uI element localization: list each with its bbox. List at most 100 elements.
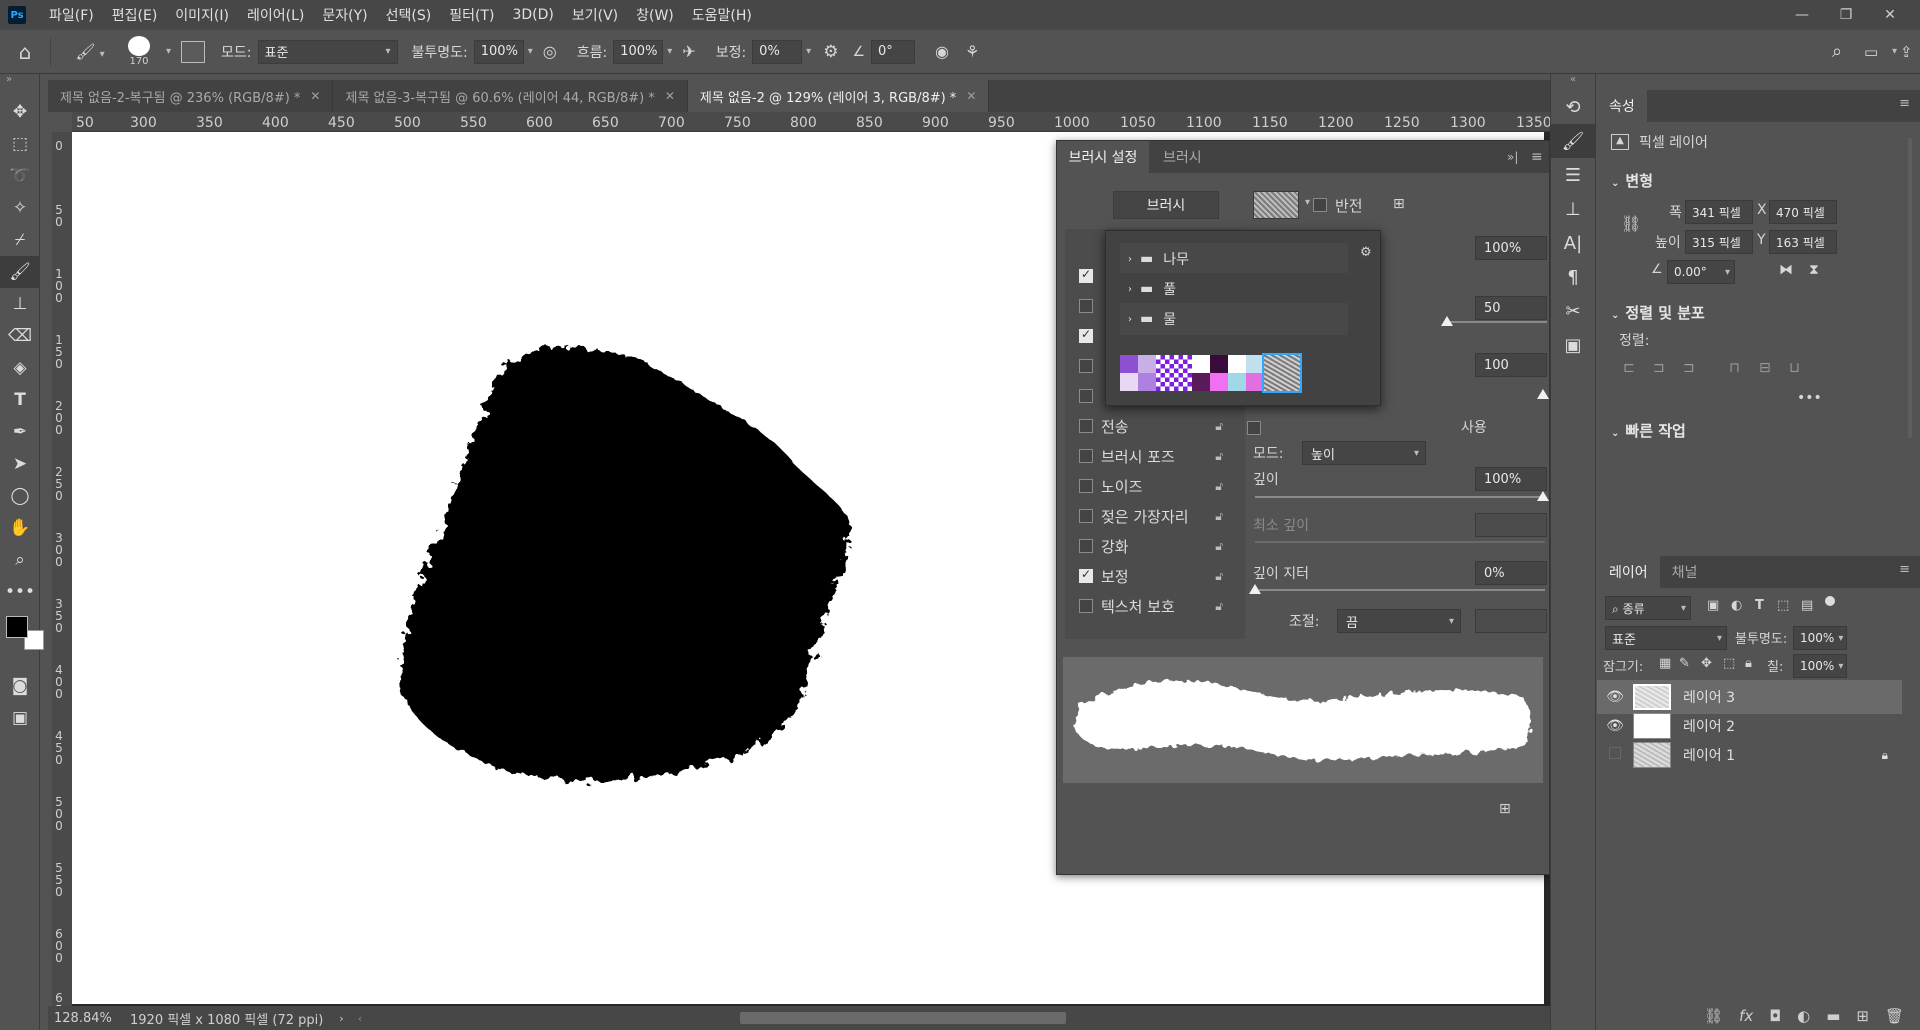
- clone-source-icon[interactable]: ⊥: [1551, 192, 1595, 226]
- lock-all-icon[interactable]: 🔒︎: [1745, 656, 1752, 671]
- filter-toggle-icon[interactable]: [1825, 596, 1835, 606]
- tab-document-1[interactable]: 제목 없음-2-복구됨 @ 236% (RGB/8#) * ✕: [48, 80, 334, 112]
- menu-select[interactable]: 선택(S): [377, 5, 441, 25]
- checkbox[interactable]: [1079, 359, 1093, 373]
- lock-icon[interactable]: 🔓︎: [1215, 509, 1223, 524]
- depth-input[interactable]: 100%: [1475, 467, 1547, 491]
- checkbox[interactable]: [1079, 599, 1093, 613]
- layer-name[interactable]: 레이어 3: [1683, 687, 1735, 707]
- tab-document-2[interactable]: 제목 없음-3-복구됨 @ 60.6% (레이어 44, RGB/8#) * ✕: [333, 80, 688, 112]
- checkbox[interactable]: [1079, 299, 1093, 313]
- layer-name[interactable]: 레이어 2: [1683, 716, 1735, 736]
- list-item-noise[interactable]: 노이즈 🔓︎: [1065, 471, 1237, 501]
- brightness-input[interactable]: 50: [1475, 296, 1547, 320]
- zoom-tool-icon[interactable]: ⌕: [0, 544, 40, 576]
- workspace-icon[interactable]: ▭: [1864, 43, 1878, 61]
- blend-mode-select[interactable]: 표준 ▾: [1605, 626, 1727, 650]
- height-input[interactable]: 315 픽셀: [1685, 230, 1753, 254]
- link-icon[interactable]: ⛓: [1621, 214, 1641, 233]
- menu-image[interactable]: 이미지(I): [166, 5, 238, 25]
- tab-brush-settings[interactable]: 브러시 설정: [1057, 141, 1149, 173]
- close-icon[interactable]: ✕: [310, 89, 320, 103]
- path-selection-tool-icon[interactable]: ➤: [0, 448, 40, 480]
- hand-tool-icon[interactable]: ✋: [0, 512, 40, 544]
- brush-tool-icon[interactable]: 🖌︎: [0, 256, 40, 288]
- ellipse-tool-icon[interactable]: ◯: [0, 480, 40, 512]
- close-icon[interactable]: ✕: [665, 89, 675, 103]
- slider-handle[interactable]: [1249, 584, 1261, 594]
- list-item-build-up[interactable]: 강화 🔓︎: [1065, 531, 1237, 561]
- checkbox[interactable]: [1079, 509, 1093, 523]
- panel-menu-icon[interactable]: ≡: [1899, 96, 1910, 111]
- tab-brushes[interactable]: 브러시: [1163, 141, 1202, 173]
- close-icon[interactable]: ✕: [1868, 0, 1912, 30]
- minimize-icon[interactable]: —: [1780, 0, 1824, 30]
- brush-settings-icon[interactable]: 🖌︎: [1551, 124, 1595, 158]
- checkbox[interactable]: [1079, 479, 1093, 493]
- lock-artboard-icon[interactable]: ⬚: [1723, 656, 1735, 671]
- layer-filter-select[interactable]: ⌕ 종류 ▾: [1605, 596, 1691, 620]
- list-item-smoothing[interactable]: 보정🔓︎: [1065, 561, 1237, 591]
- folder-item[interactable]: › ▬ 풀: [1120, 273, 1348, 305]
- checkbox[interactable]: [1079, 539, 1093, 553]
- pattern-swatch[interactable]: [1228, 355, 1264, 391]
- flip-horizontal-icon[interactable]: ⧓: [1779, 262, 1793, 278]
- eye-icon[interactable]: 👁︎: [1597, 718, 1633, 734]
- checkbox[interactable]: [1079, 449, 1093, 463]
- invert-checkbox[interactable]: [1313, 198, 1327, 212]
- list-item-wet-edges[interactable]: 젖은 가장자리 🔓︎: [1065, 501, 1237, 531]
- menu-layer[interactable]: 레이어(L): [238, 5, 313, 25]
- adjustment-layer-icon[interactable]: ◐: [1797, 1007, 1810, 1025]
- menu-3d[interactable]: 3D(D): [503, 7, 562, 23]
- lasso-tool-icon[interactable]: ➰: [0, 160, 40, 192]
- x-input[interactable]: 470 픽셀: [1769, 200, 1837, 224]
- checkbox[interactable]: [1079, 327, 1093, 343]
- align-bottom-icon[interactable]: ⊔: [1789, 360, 1800, 376]
- chevron-right-icon[interactable]: ›: [339, 1012, 343, 1025]
- angle-input[interactable]: 0°: [871, 39, 916, 64]
- filter-smart-object-icon[interactable]: ▤: [1801, 598, 1813, 613]
- add-mask-icon[interactable]: ◘: [1769, 1007, 1781, 1025]
- angle-input[interactable]: 0.00° ▾: [1667, 260, 1735, 284]
- paint-bucket-tool-icon[interactable]: ◈: [0, 352, 40, 384]
- collapse-icon[interactable]: »: [0, 74, 39, 96]
- horizontal-scrollbar[interactable]: [740, 1012, 1066, 1024]
- symmetry-icon[interactable]: ⚘: [965, 42, 979, 61]
- smoothing-input[interactable]: 0%: [752, 39, 803, 64]
- menu-type[interactable]: 문자(Y): [313, 5, 376, 25]
- checkbox[interactable]: [1079, 419, 1093, 433]
- folder-item[interactable]: › ▬ 물: [1120, 303, 1348, 335]
- pattern-swatch-selected[interactable]: [1262, 353, 1302, 393]
- slider-handle[interactable]: [1441, 316, 1453, 326]
- texture-mode-select[interactable]: 높이 ▾: [1302, 441, 1426, 465]
- slider-handle[interactable]: [1537, 389, 1549, 399]
- lock-icon[interactable]: 🔓︎: [1215, 449, 1223, 464]
- align-middle-icon[interactable]: ⊟: [1759, 360, 1771, 376]
- brush-preset-picker[interactable]: 170: [116, 36, 162, 67]
- align-left-icon[interactable]: ⊏: [1623, 360, 1635, 376]
- list-item-protect-texture[interactable]: 텍스처 보호 🔓︎: [1065, 591, 1237, 621]
- link-layers-icon[interactable]: ⛓: [1704, 1007, 1723, 1025]
- close-icon[interactable]: ✕: [966, 89, 976, 103]
- menu-edit[interactable]: 편집(E): [103, 5, 167, 25]
- lock-icon[interactable]: 🔓︎: [1215, 599, 1223, 614]
- more-options-icon[interactable]: •••: [1797, 390, 1822, 406]
- eye-hidden-icon[interactable]: [1597, 747, 1633, 763]
- eyedropper-tool-icon[interactable]: ⌿: [0, 224, 40, 256]
- move-tool-icon[interactable]: ✥: [0, 96, 40, 128]
- lock-icon[interactable]: 🔒︎: [1882, 748, 1888, 763]
- depth-slider[interactable]: [1255, 496, 1545, 498]
- opacity-input[interactable]: 100% ▾: [1793, 626, 1847, 650]
- zoom-level[interactable]: 128.84%: [48, 1011, 112, 1026]
- panel-menu-icon[interactable]: ≡: [1899, 562, 1910, 577]
- eye-icon[interactable]: 👁︎: [1597, 689, 1633, 705]
- lock-transparency-icon[interactable]: ▦: [1659, 656, 1671, 671]
- gear-icon[interactable]: ⚙: [1360, 245, 1372, 260]
- create-new-brush-icon[interactable]: ⊞: [1499, 801, 1511, 817]
- texture-each-tip-checkbox[interactable]: [1247, 421, 1261, 435]
- gear-icon[interactable]: ⚙: [823, 42, 838, 62]
- history-icon[interactable]: ⟲: [1551, 90, 1595, 124]
- checkbox[interactable]: [1079, 389, 1093, 403]
- brightness-slider[interactable]: [1447, 321, 1547, 323]
- pressure-size-icon[interactable]: ◉: [935, 42, 949, 61]
